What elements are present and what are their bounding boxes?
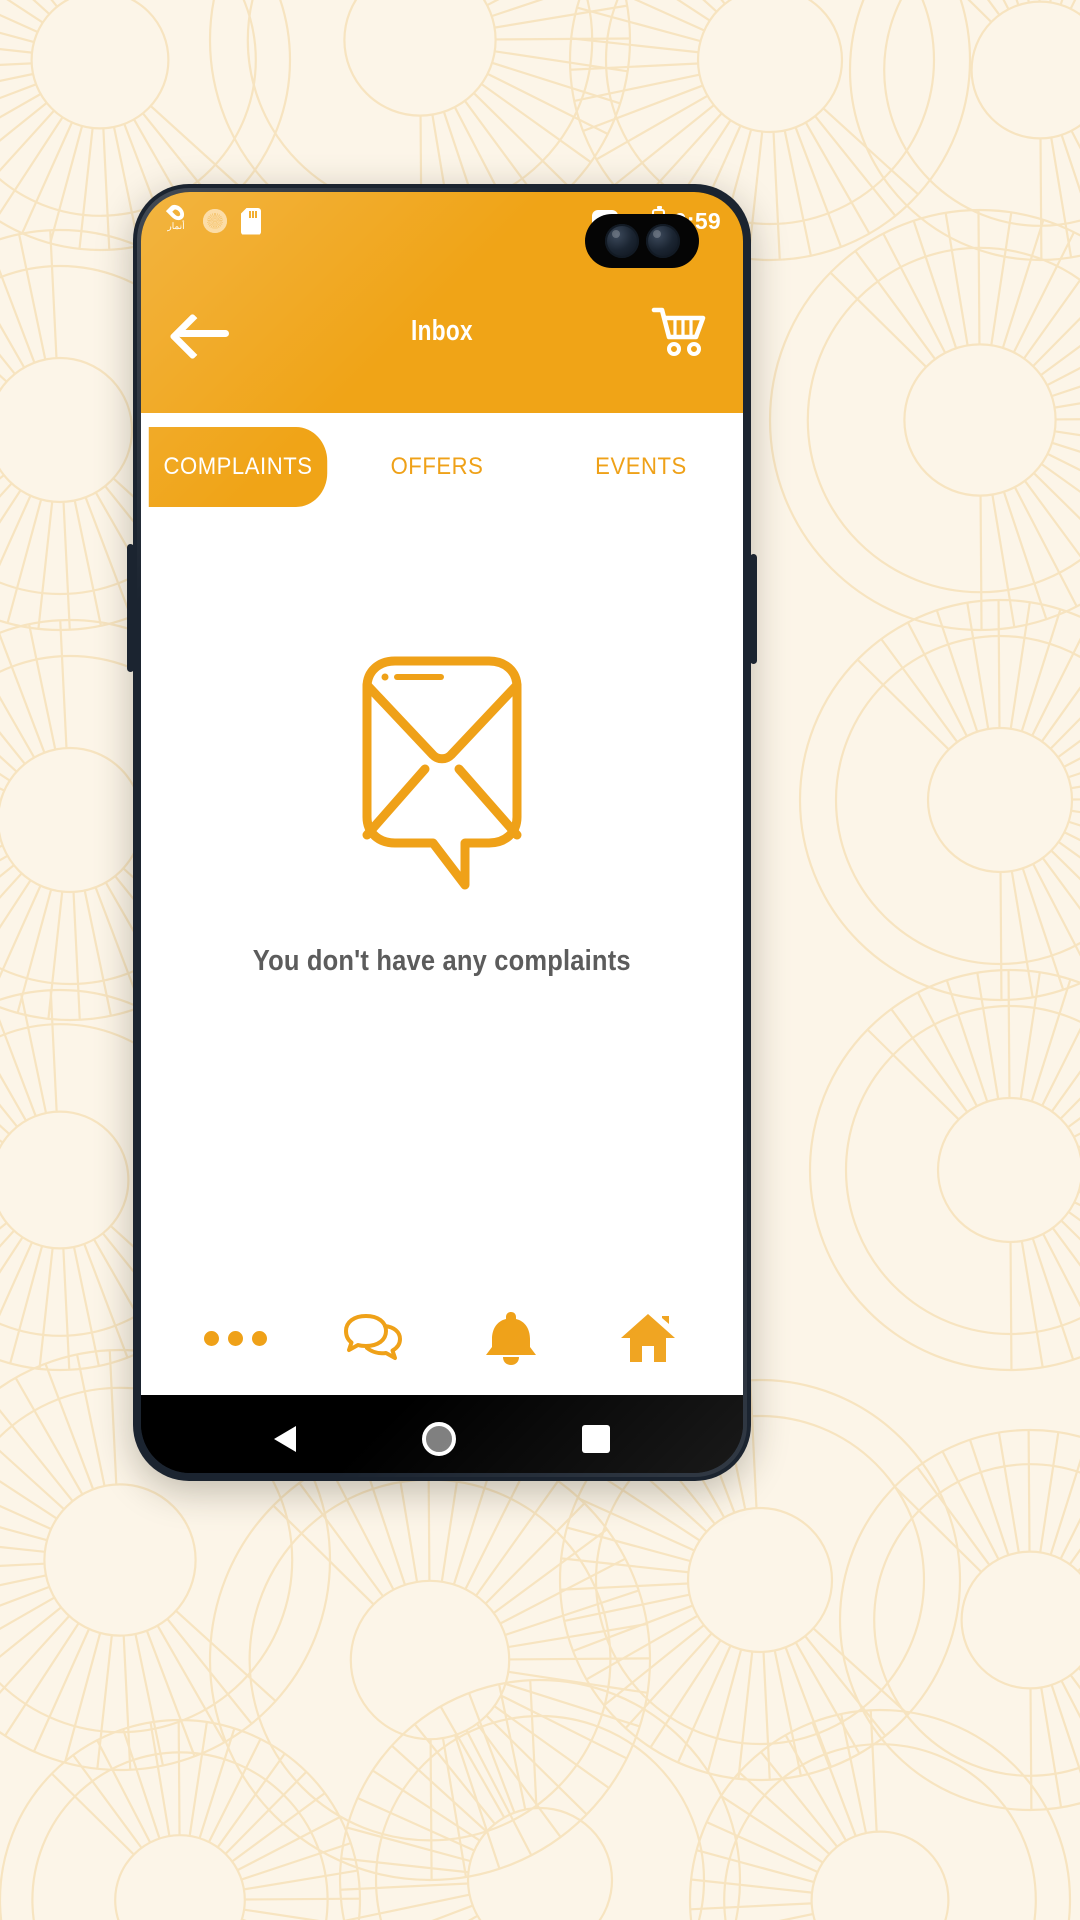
chat-icon[interactable]: [328, 1306, 418, 1370]
phone-device-frame: أنمار 0:59 Inbox COMPLAINTS OFFERS EVENT…: [127, 184, 757, 1481]
tab-events[interactable]: EVENTS: [547, 435, 735, 499]
camera-lens-icon: [645, 224, 680, 258]
phone-screen: أنمار 0:59 Inbox COMPLAINTS OFFERS EVENT…: [141, 192, 743, 1473]
android-back-button[interactable]: [274, 1426, 296, 1452]
app-notification-icon: أنمار: [163, 201, 189, 238]
camera-cutout: [585, 214, 699, 268]
home-icon[interactable]: [603, 1306, 693, 1370]
more-icon[interactable]: [191, 1306, 281, 1370]
more-dots: [204, 1330, 268, 1346]
app-bar: Inbox: [141, 250, 743, 413]
power-button[interactable]: [750, 554, 757, 664]
volume-down-button[interactable]: [127, 624, 134, 672]
envelope-message-icon: [362, 656, 522, 890]
bottom-navigation-bar: [141, 1291, 743, 1395]
home-icon-svg: [621, 1314, 676, 1362]
camera-lens-icon: [604, 224, 639, 258]
circle-icon: [203, 209, 227, 233]
volume-up-button[interactable]: [127, 544, 134, 634]
chat-icon-svg: [344, 1314, 403, 1360]
cart-icon[interactable]: [651, 306, 709, 358]
tab-bar: COMPLAINTS OFFERS EVENTS: [141, 413, 743, 521]
android-home-button[interactable]: [422, 1422, 456, 1456]
android-recents-button[interactable]: [582, 1425, 610, 1453]
tab-complaints[interactable]: COMPLAINTS: [148, 427, 328, 507]
tab-offers[interactable]: OFFERS: [343, 435, 531, 499]
bell-icon[interactable]: [466, 1306, 556, 1370]
drop-glyph: [165, 201, 187, 224]
app-notification-label: أنمار: [167, 221, 185, 231]
empty-state-message: You don't have any complaints: [253, 945, 631, 977]
sd-card-icon: [241, 207, 261, 235]
status-bar-left-icons: أنمار: [163, 201, 261, 238]
android-navigation-bar: [141, 1395, 743, 1473]
content-area: You don't have any complaints: [141, 521, 743, 1291]
bell-icon-svg: [485, 1312, 536, 1365]
back-arrow-icon[interactable]: [175, 311, 231, 353]
cart-icon-svg: [651, 307, 706, 356]
page-title: Inbox: [411, 315, 473, 347]
